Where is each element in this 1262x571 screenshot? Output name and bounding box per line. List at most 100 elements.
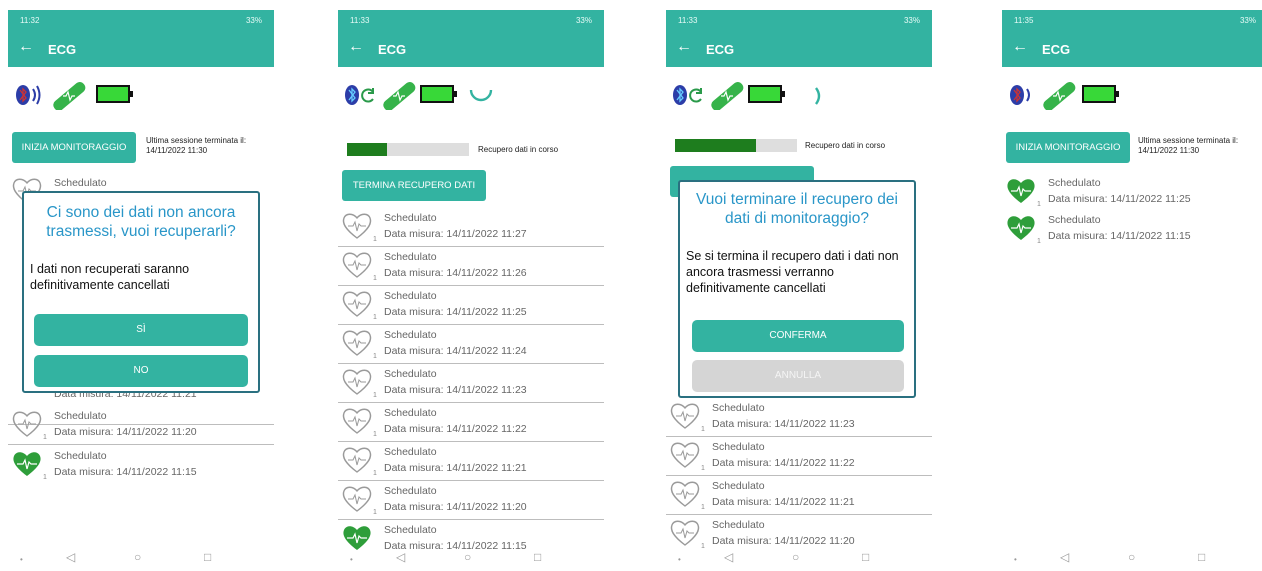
list-item[interactable]: Schedulato Data misura: 14/11/2022 11:21 1 xyxy=(338,442,604,481)
stop-recovery-button[interactable]: TERMINA RECUPERO DATI xyxy=(342,170,486,201)
back-arrow-icon[interactable]: ← xyxy=(18,38,34,56)
heart-outline-icon xyxy=(669,519,701,547)
status-bar: 11:35 33% xyxy=(1002,10,1262,31)
nav-back-button[interactable]: ◁ xyxy=(66,550,75,564)
back-arrow-icon[interactable]: ← xyxy=(1012,38,1028,56)
list-item[interactable]: Schedulato Data misura: 14/11/2022 11:27 1 xyxy=(338,208,604,247)
nav-home-button[interactable]: ○ xyxy=(1128,550,1135,564)
list-item[interactable]: Schedulato Data misura: 14/11/2022 11:25… xyxy=(1002,173,1262,212)
heart-outline-icon xyxy=(669,441,701,469)
item-label: Schedulato xyxy=(384,251,437,263)
status-time: 11:33 xyxy=(678,16,698,25)
battery-icon xyxy=(748,85,785,103)
nav-home-button[interactable]: ○ xyxy=(134,550,141,564)
status-battery: 33% xyxy=(1239,16,1256,25)
status-battery: 33% xyxy=(245,16,262,25)
ecg-patch-icon xyxy=(383,82,416,110)
sync-icon xyxy=(689,88,702,103)
yes-button[interactable]: SÌ xyxy=(34,314,248,346)
item-count: 1 xyxy=(1037,201,1041,208)
item-label: Schedulato xyxy=(712,402,765,414)
system-nav-bar: • ◁ ○ □ xyxy=(338,550,604,571)
bluetooth-icon xyxy=(1010,85,1030,105)
item-date: Data misura: 14/11/2022 11:23 xyxy=(712,418,855,430)
status-battery: 33% xyxy=(903,16,920,25)
heart-outline-icon xyxy=(341,407,373,435)
ecg-patch-icon xyxy=(53,82,86,110)
last-session-date: 14/11/2022 11:30 xyxy=(146,146,208,155)
nav-dot: • xyxy=(20,555,23,564)
list-item[interactable]: Schedulato Data misura: 14/11/2022 11:20 1 xyxy=(666,515,932,554)
nav-home-button[interactable]: ○ xyxy=(464,550,471,564)
start-monitoring-button[interactable]: INIZIA MONITORAGGIO xyxy=(1006,132,1130,163)
last-session-date: 14/11/2022 11:30 xyxy=(1138,146,1200,155)
item-count: 1 xyxy=(373,314,377,321)
heart-outline-icon xyxy=(341,290,373,318)
page-title: ECG xyxy=(706,42,735,57)
nav-recents-button[interactable]: □ xyxy=(534,550,541,564)
start-monitoring-button[interactable]: INIZIA MONITORAGGIO xyxy=(12,132,136,163)
confirm-button[interactable]: CONFERMA xyxy=(692,320,904,352)
list-item[interactable]: Schedulato Data misura: 14/11/2022 11:15… xyxy=(8,446,274,485)
item-date: Data misura: 14/11/2022 11:21 xyxy=(712,496,855,508)
item-label: Schedulato xyxy=(384,524,437,536)
item-label: Schedulato xyxy=(384,212,437,224)
status-time: 11:35 xyxy=(1014,16,1034,25)
system-nav-bar: • ◁ ○ □ xyxy=(1002,550,1262,571)
item-label: Schedulato xyxy=(1048,177,1101,189)
list-item[interactable]: Schedulato Data misura: 14/11/2022 11:23 1 xyxy=(666,398,932,437)
screen-stop-prompt: 11:33 33% ← ECG Recupero dati in corso S… xyxy=(666,10,932,571)
nav-back-button[interactable]: ◁ xyxy=(724,550,733,564)
divider xyxy=(8,444,274,445)
heart-outline-icon xyxy=(11,410,43,438)
list-item[interactable]: Schedulato Data misura: 14/11/2022 11:22 1 xyxy=(338,403,604,442)
list-item[interactable]: Schedulato Data misura: 14/11/2022 11:21 1 xyxy=(666,476,932,515)
item-date: Data misura: 14/11/2022 11:20 xyxy=(712,535,855,547)
nav-home-button[interactable]: ○ xyxy=(792,550,799,564)
app-bar: ← ECG xyxy=(666,31,932,67)
dialog-title: Vuoi terminare il recupero dei dati di m… xyxy=(696,191,898,227)
heart-outline-icon xyxy=(341,251,373,279)
system-nav-bar: • ◁ ○ □ xyxy=(666,550,932,571)
last-session-label: Ultima sessione terminata il: 14/11/2022… xyxy=(1138,136,1238,156)
heart-outline-icon xyxy=(341,329,373,357)
item-count: 1 xyxy=(701,465,705,472)
nav-back-button[interactable]: ◁ xyxy=(396,550,405,564)
list-item[interactable]: Schedulato Data misura: 14/11/2022 11:26 1 xyxy=(338,247,604,286)
app-bar: ← ECG xyxy=(1002,31,1262,67)
nav-recents-button[interactable]: □ xyxy=(862,550,869,564)
item-date: Data misura: 14/11/2022 11:25 xyxy=(1048,193,1191,205)
list-item[interactable]: Schedulato Data misura: 14/11/2022 11:15… xyxy=(1002,210,1262,249)
no-button[interactable]: NO xyxy=(34,355,248,387)
last-session-caption: Ultima sessione terminata il: xyxy=(146,136,247,145)
list-item[interactable]: Schedulato Data misura: 14/11/2022 11:22 1 xyxy=(666,437,932,476)
screen-finished: 11:35 33% ← ECG INIZIA MONITORAGGIO Ulti… xyxy=(1002,10,1262,571)
heart-filled-icon xyxy=(1005,214,1037,242)
heart-outline-icon xyxy=(341,446,373,474)
item-label: Schedulato xyxy=(54,450,107,462)
nav-recents-button[interactable]: □ xyxy=(1198,550,1205,564)
back-arrow-icon[interactable]: ← xyxy=(348,38,364,56)
back-arrow-icon[interactable]: ← xyxy=(676,38,692,56)
nav-recents-button[interactable]: □ xyxy=(204,550,211,564)
status-bar: 11:33 33% xyxy=(338,10,604,31)
list-item[interactable]: Schedulato Data misura: 14/11/2022 11:25 1 xyxy=(338,286,604,325)
battery-icon xyxy=(1082,85,1119,103)
item-count: 1 xyxy=(373,275,377,282)
list-item[interactable]: Schedulato Data misura: 14/11/2022 11:23 1 xyxy=(338,364,604,403)
cancel-button[interactable]: ANNULLA xyxy=(692,360,904,392)
item-date: Data misura: 14/11/2022 11:15 xyxy=(54,466,197,478)
page-title: ECG xyxy=(48,42,77,57)
list-item[interactable]: Schedulato Data misura: 14/11/2022 11:24 1 xyxy=(338,325,604,364)
recover-dialog: Ci sono dei dati non ancora trasmessi, v… xyxy=(22,191,260,393)
item-date: Data misura: 14/11/2022 11:22 xyxy=(712,457,855,469)
heart-outline-icon xyxy=(341,368,373,396)
item-count: 1 xyxy=(373,353,377,360)
list-item[interactable]: Schedulato Data misura: 14/11/2022 11:20 1 xyxy=(338,481,604,520)
item-count: 1 xyxy=(701,543,705,550)
item-date: Data misura: 14/11/2022 11:20 xyxy=(384,501,527,513)
item-date: Data misura: 14/11/2022 11:20 xyxy=(54,426,197,438)
screen-recover-prompt: 11:32 33% ← ECG INIZIA MONITORAGGIO Ulti… xyxy=(8,10,274,571)
nav-back-button[interactable]: ◁ xyxy=(1060,550,1069,564)
list-item[interactable]: Schedulato Data misura: 14/11/2022 11:20… xyxy=(8,406,274,445)
